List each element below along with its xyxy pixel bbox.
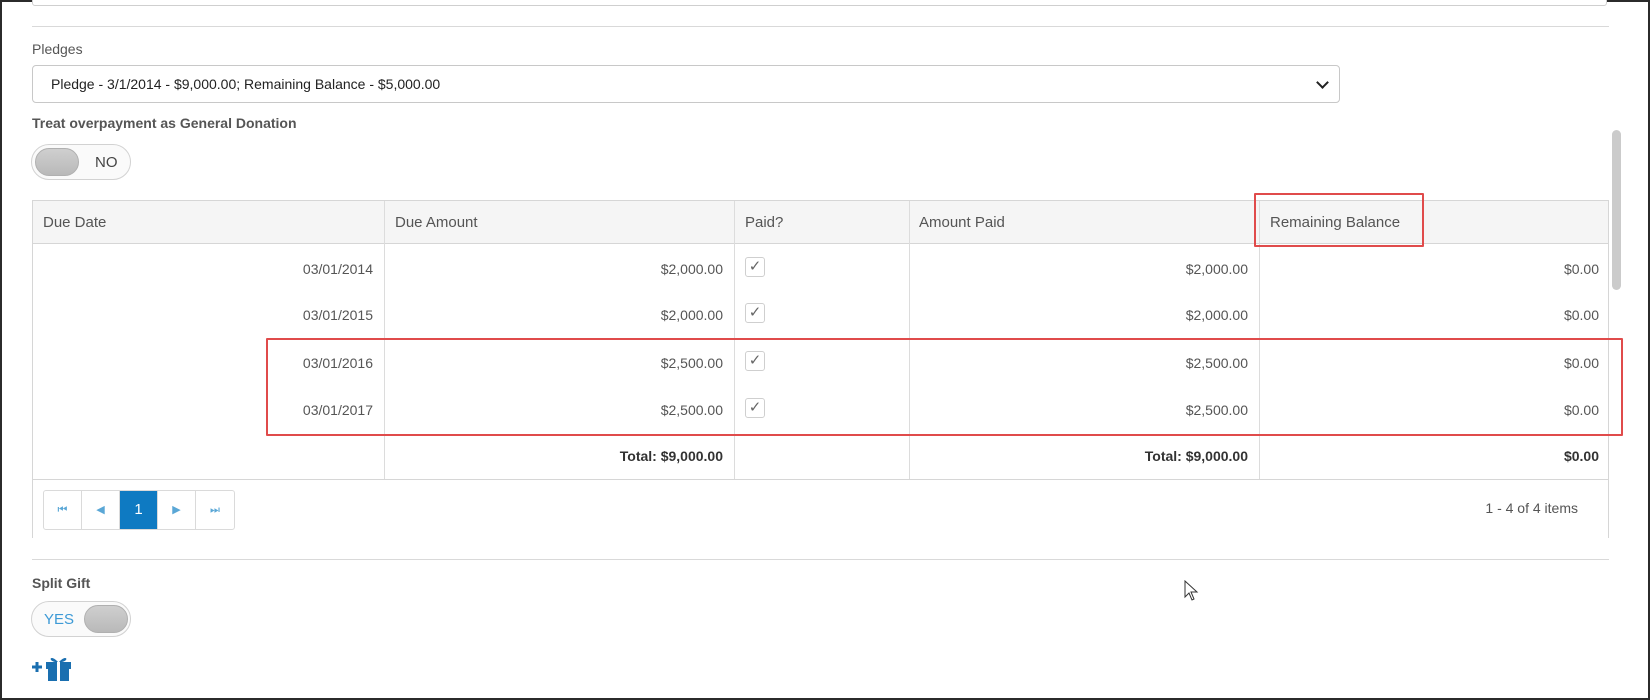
column-header-amount-paid[interactable]: Amount Paid [919, 214, 1005, 231]
next-page-button[interactable]: ▶ [158, 491, 196, 529]
last-page-button[interactable]: ⏭ [196, 491, 234, 529]
pledges-select[interactable]: Pledge - 3/1/2014 - $9,000.00; Remaining… [32, 65, 1340, 103]
section-divider [32, 26, 1609, 27]
overpayment-toggle[interactable]: NO [31, 144, 131, 180]
highlight-box-remaining-balance [1254, 193, 1424, 247]
pager-info: 1 - 4 of 4 items [1485, 500, 1578, 516]
split-gift-toggle[interactable]: YES [31, 601, 131, 637]
split-gift-label: Split Gift [32, 575, 91, 591]
section-divider [32, 559, 1609, 560]
due-amount-cell: $2,000.00 [660, 261, 723, 277]
amount-paid-cell: $2,000.00 [1185, 261, 1248, 277]
toggle-knob [84, 605, 128, 633]
mouse-pointer-icon [1184, 580, 1199, 601]
remaining-balance-cell: $0.00 [1563, 307, 1599, 323]
vertical-scrollbar-thumb[interactable] [1612, 130, 1621, 290]
grid-pager: ⏮ ◀ 1 ▶ ⏭ 1 - 4 of 4 items [33, 479, 1608, 538]
chevron-down-icon [1316, 76, 1329, 89]
previous-field-box[interactable] [32, 0, 1607, 6]
due-amount-total: Total: $9,000.00 [619, 448, 723, 464]
due-date-cell: 03/01/2015 [302, 307, 373, 323]
amount-paid-cell: $2,000.00 [1185, 307, 1248, 323]
paid-checkbox[interactable]: ✓ [745, 303, 765, 323]
toggle-knob [35, 148, 79, 176]
remaining-balance-total: $0.00 [1563, 448, 1599, 464]
prev-page-button[interactable]: ◀ [82, 491, 120, 529]
overpayment-toggle-text: NO [95, 154, 118, 171]
gift-plus-icon[interactable] [31, 652, 73, 682]
pledges-label: Pledges [32, 41, 83, 57]
split-gift-toggle-text: YES [44, 611, 75, 628]
pledges-selected-value: Pledge - 3/1/2014 - $9,000.00; Remaining… [51, 76, 441, 92]
paid-checkbox[interactable]: ✓ [745, 257, 765, 277]
column-header-paid[interactable]: Paid? [745, 214, 783, 231]
column-header-due-amount[interactable]: Due Amount [395, 214, 478, 231]
due-amount-cell: $2,000.00 [660, 307, 723, 323]
due-date-cell: 03/01/2014 [302, 261, 373, 277]
pager-buttons: ⏮ ◀ 1 ▶ ⏭ [43, 490, 235, 530]
remaining-balance-cell: $0.00 [1563, 261, 1599, 277]
overpayment-label: Treat overpayment as General Donation [32, 115, 297, 131]
highlight-box-rows [266, 338, 1623, 436]
first-page-button[interactable]: ⏮ [44, 491, 82, 529]
amount-paid-total: Total: $9,000.00 [1144, 448, 1248, 464]
page-1-button[interactable]: 1 [120, 491, 158, 529]
column-header-due-date[interactable]: Due Date [43, 214, 106, 231]
